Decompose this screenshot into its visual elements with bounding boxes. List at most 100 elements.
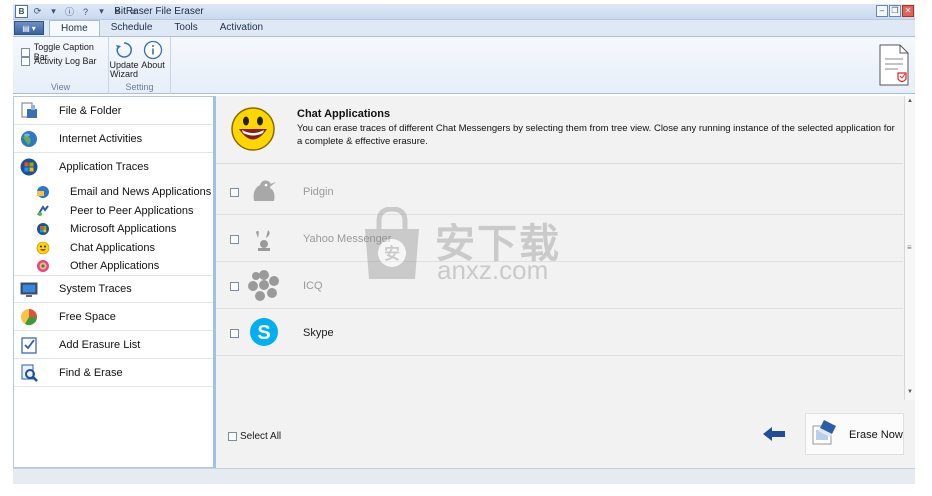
sidebar-item-system-traces[interactable]: System Traces (14, 275, 213, 303)
globe-icon (21, 131, 37, 147)
vertical-scrollbar[interactable]: ▲ ≡ ▼ (904, 96, 915, 400)
icq-checkbox[interactable] (230, 282, 239, 291)
yahoo-messenger-checkbox[interactable] (230, 235, 239, 244)
pidgin-icon (253, 180, 276, 201)
sidebar-subitem-other[interactable]: Other Applications (14, 257, 213, 275)
scroll-down-icon[interactable]: ▼ (907, 389, 913, 395)
page-title: Chat Applications (297, 108, 391, 120)
erase-now-label: Erase Now (849, 429, 903, 441)
about-button[interactable]: About (140, 40, 166, 70)
sidebar-item-label: Application Traces (59, 161, 149, 173)
sidebar-item-internet-activities[interactable]: Internet Activities (14, 125, 213, 153)
app-name: Yahoo Messenger (303, 233, 392, 245)
tab-home[interactable]: Home (49, 20, 100, 36)
scroll-grip-icon[interactable]: ≡ (907, 243, 912, 252)
skype-checkbox[interactable] (230, 329, 239, 338)
monitor-icon (20, 282, 38, 297)
dropdown-icon[interactable]: ▾ (95, 5, 108, 18)
window-controls: – ❐ ✕ (876, 5, 914, 17)
chat-smiley-icon (36, 241, 50, 255)
app-row-skype: S Skype (216, 309, 903, 356)
sidebar-subitem-label: Peer to Peer Applications (70, 205, 194, 217)
sidebar-subitem-label: Other Applications (70, 260, 160, 272)
sidebar-subitem-label: Chat Applications (70, 242, 155, 254)
app-row-yahoo-messenger: Yahoo Messenger (216, 215, 903, 262)
microsoft-icon (37, 223, 49, 235)
title-bar: B ⟳ ▾ ⓘ ? ▾ ✕ ≡ BitRaser File Eraser – ❐… (13, 4, 915, 20)
ribbon-panel: Toggle Caption Bar Activity Log Bar View… (13, 36, 915, 94)
yahoo-messenger-icon (256, 230, 270, 251)
sidebar-subitem-label: Microsoft Applications (70, 223, 177, 235)
sidebar-item-add-erasure-list[interactable]: Add Erasure List (14, 331, 213, 359)
sidebar-item-label: Internet Activities (59, 132, 143, 145)
pidgin-checkbox[interactable] (230, 188, 239, 197)
refresh-icon[interactable]: ⟳ (31, 5, 44, 18)
help-icon[interactable]: ? (79, 5, 92, 18)
app-name: ICQ (303, 280, 323, 292)
sidebar-item-label: Find & Erase (59, 366, 123, 379)
app-icon[interactable]: B (15, 5, 28, 18)
info-icon (143, 40, 163, 60)
other-apps-icon (37, 260, 49, 272)
sidebar-item-label: System Traces (59, 283, 132, 295)
sidebar-item-file-folder[interactable]: File & Folder (14, 97, 213, 125)
eraser-icon (812, 420, 836, 445)
chat-smiley-icon (231, 107, 275, 151)
sidebar-subitem-microsoft[interactable]: Microsoft Applications (14, 220, 213, 238)
sidebar-item-find-erase[interactable]: Find & Erase (14, 359, 213, 387)
sidebar-item-application-traces[interactable]: Application Traces (14, 153, 213, 181)
erase-now-button[interactable]: Erase Now (805, 413, 904, 455)
file-folder-icon (21, 102, 37, 118)
sidebar-subitem-label: Email and News Applications (70, 186, 212, 198)
activity-log-bar-checkbox[interactable] (21, 56, 30, 66)
email-app-icon (37, 186, 49, 198)
report-document-icon[interactable] (876, 43, 912, 90)
view-group-label: View (50, 82, 71, 92)
sidebar-item-label: Add Erasure List (59, 338, 141, 351)
skype-icon: S (250, 318, 278, 346)
view-group: Toggle Caption Bar Activity Log Bar View (13, 37, 109, 94)
select-all-label: Select All (240, 431, 282, 442)
customize-icon[interactable]: ≡ (127, 5, 140, 18)
tab-schedule[interactable]: Schedule (100, 20, 164, 36)
update-wizard-button[interactable]: Update Wizard (109, 40, 139, 79)
sidebar-item-free-space[interactable]: Free Space (14, 303, 213, 331)
scroll-up-icon[interactable]: ▲ (907, 98, 913, 104)
checklist-icon (21, 337, 37, 354)
info-icon[interactable]: ⓘ (63, 5, 76, 18)
back-arrow-icon[interactable] (762, 425, 786, 443)
refresh-icon (116, 42, 132, 58)
magnifier-icon (21, 364, 38, 382)
setting-group: Update Wizard About Setting (109, 37, 171, 94)
tab-activation[interactable]: Activation (209, 20, 274, 36)
windows-icon (20, 158, 38, 176)
restore-button[interactable]: ❐ (889, 5, 901, 17)
content-panel: Chat Applications You can erase traces o… (216, 96, 915, 468)
sidebar-subitem-email-news[interactable]: Email and News Applications (14, 183, 213, 201)
close-button[interactable]: ✕ (902, 5, 914, 17)
content-header: Chat Applications You can erase traces o… (216, 96, 903, 164)
about-label: About (141, 60, 165, 70)
activity-log-bar-option[interactable]: Activity Log Bar (21, 56, 97, 66)
pie-chart-icon (21, 309, 38, 326)
navigation-panel: File & Folder Internet Activities Applic… (13, 96, 214, 468)
close-small-icon[interactable]: ✕ (111, 5, 124, 18)
select-all-checkbox[interactable] (228, 432, 237, 441)
page-description: You can erase traces of different Chat M… (297, 123, 895, 147)
tab-tools[interactable]: Tools (163, 20, 208, 36)
icq-icon (248, 270, 279, 301)
chevron-down-icon: ▾ (31, 23, 36, 33)
sidebar-item-label: File & Folder (59, 104, 122, 117)
select-all-option[interactable]: Select All (228, 431, 281, 442)
ribbon-tab-bar: ▤ ▾ Home Schedule Tools Activation (13, 20, 915, 36)
application-menu-button[interactable]: ▤ ▾ (14, 21, 44, 35)
dropdown-icon[interactable]: ▾ (47, 5, 60, 18)
sidebar-subitem-peer-to-peer[interactable]: Peer to Peer Applications (14, 202, 213, 220)
update-wizard-label-2: Wizard (110, 69, 139, 79)
minimize-button[interactable]: – (876, 5, 888, 17)
sidebar-item-label: Free Space (59, 310, 116, 323)
quick-access-toolbar: B ⟳ ▾ ⓘ ? ▾ ✕ ≡ (15, 5, 140, 18)
setting-group-label: Setting (125, 82, 154, 92)
status-bar (13, 468, 915, 484)
sidebar-subitem-chat[interactable]: Chat Applications (14, 239, 213, 257)
